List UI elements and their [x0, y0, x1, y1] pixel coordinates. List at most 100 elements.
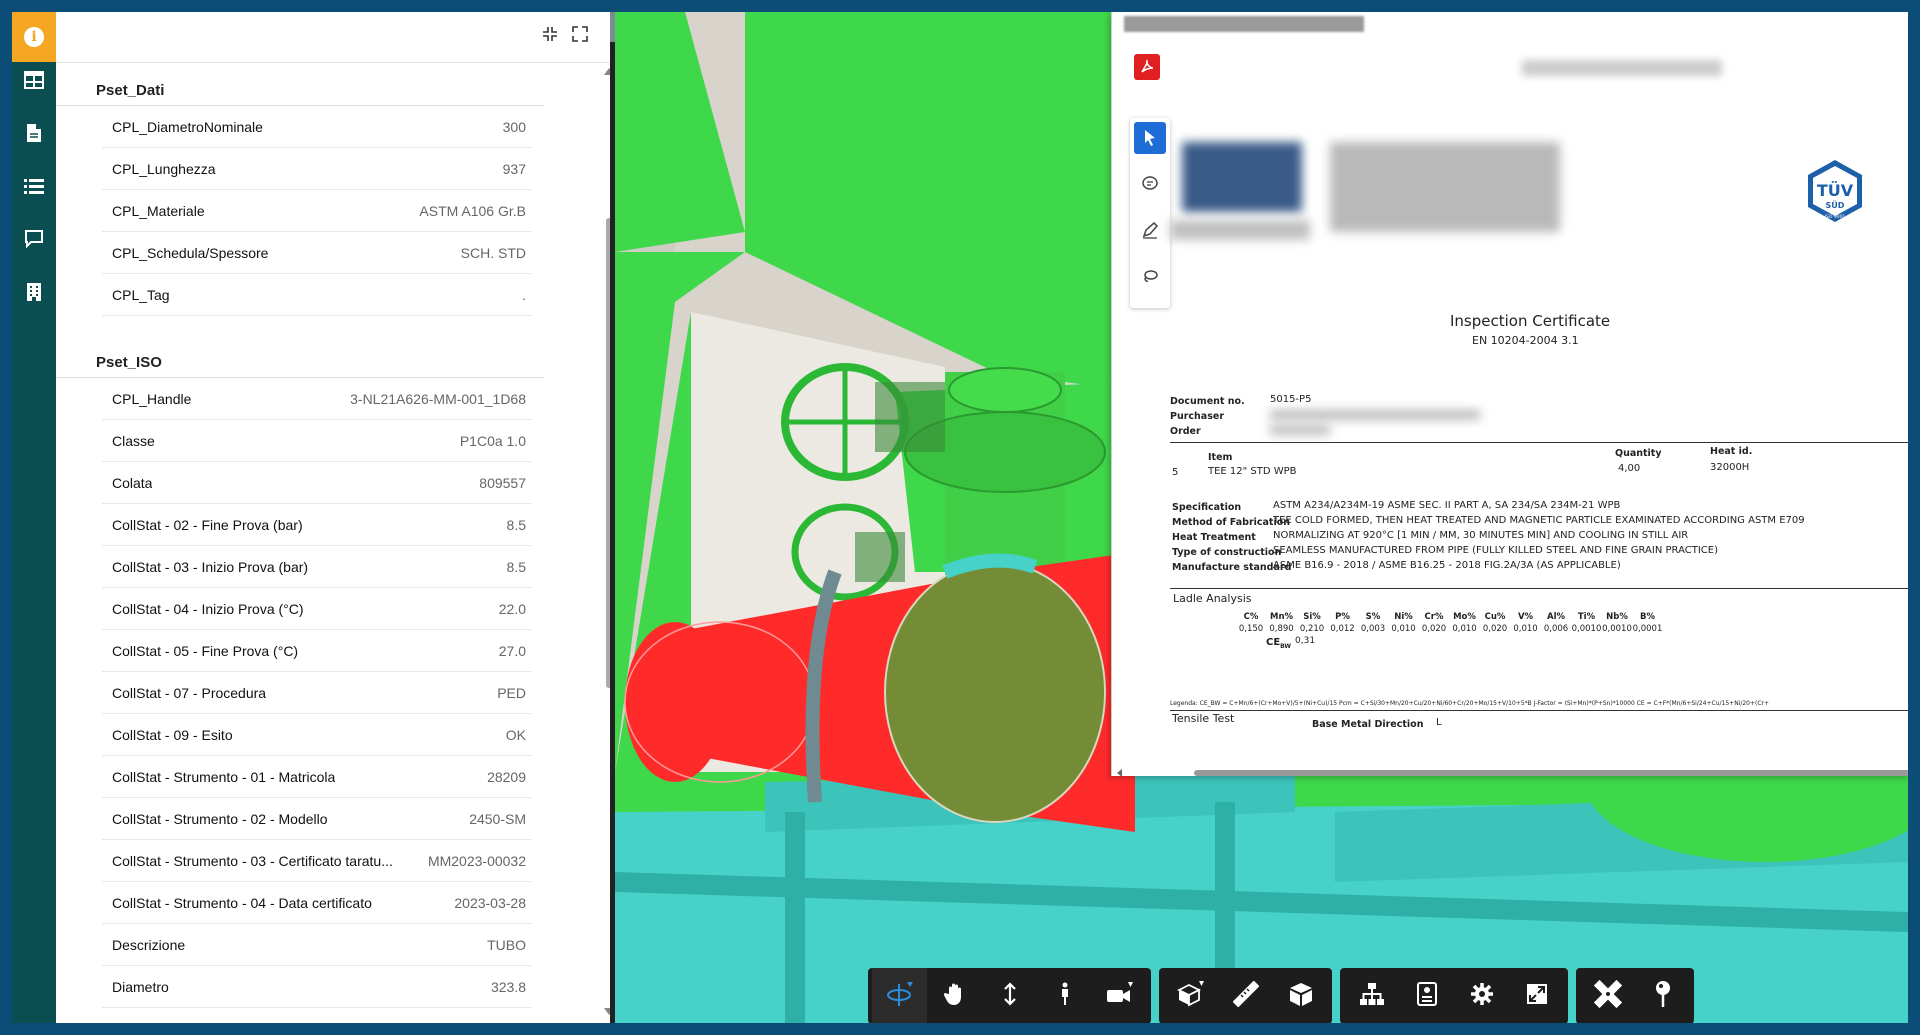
pdf-viewer[interactable]: TÜV SÜD ISO 9001 Inspection Certificate … [1111, 12, 1908, 776]
property-value: 937 [502, 160, 526, 177]
property-group-title[interactable]: Pset_ISO [56, 336, 544, 378]
property-row[interactable]: CPL_Materiale ASTM A106 Gr.B [102, 190, 532, 232]
property-key: CollStat - 05 - Fine Prova (°C) [112, 642, 299, 659]
pdf-icon[interactable] [1134, 54, 1160, 80]
divider [1170, 442, 1908, 443]
document-no-value: 5015-P5 [1270, 394, 1312, 405]
cube-button[interactable] [1273, 968, 1328, 1023]
ladle-analysis-label: Ladle Analysis [1173, 592, 1252, 605]
divider [1170, 588, 1908, 589]
heat-treatment-value: NORMALIZING AT 920°C [1 MIN / MM, 30 MIN… [1273, 530, 1689, 541]
property-key: CPL_Handle [112, 390, 192, 407]
toolbar-group [1576, 968, 1694, 1023]
pan-button[interactable] [927, 968, 982, 1023]
property-value: 8.5 [506, 558, 526, 575]
ladle-value: 0,003 [1360, 624, 1386, 634]
property-row[interactable]: Diametro 323.8 [102, 966, 532, 1008]
pdf-scroll-thumb[interactable] [1194, 770, 1908, 776]
tree-button[interactable] [1344, 968, 1399, 1023]
method-value: TEE COLD FORMED, THEN HEAT TREATED AND M… [1273, 515, 1805, 526]
property-key: Dn [112, 1021, 130, 1023]
divider [1170, 710, 1908, 711]
heat-treatment-label: Heat Treatment [1172, 532, 1256, 543]
model-viewport[interactable]: TÜV SÜD ISO 9001 Inspection Certificate … [615, 12, 1908, 1023]
property-row[interactable]: CollStat - Strumento - 03 - Certificato … [102, 840, 532, 882]
property-row[interactable]: CPL_DiametroNominale 300 [102, 106, 532, 148]
pen-tool-button[interactable] [1134, 214, 1166, 246]
measure-button[interactable] [1218, 968, 1273, 1023]
pin-button[interactable] [1635, 968, 1690, 1023]
list-icon [24, 179, 44, 194]
viewer-toolbar [868, 968, 1694, 1023]
scroll-left-arrow[interactable] [1116, 769, 1124, 776]
property-value: OK [505, 726, 526, 743]
property-row[interactable]: Descrizione TUBO [102, 924, 532, 966]
rail-info-button[interactable]: i [12, 12, 56, 62]
rail-comment-button[interactable] [12, 219, 56, 259]
property-row[interactable]: CPL_Handle 3-NL21A626-MM-001_1D68 [102, 378, 532, 420]
property-row[interactable]: Classe P1C0a 1.0 [102, 420, 532, 462]
tuv-iso-text: ISO 9001 [1825, 214, 1846, 220]
select-tool-button[interactable] [1134, 122, 1166, 154]
property-row[interactable]: CollStat - 07 - Procedura PED [102, 672, 532, 714]
property-key: CollStat - Strumento - 04 - Data certifi… [112, 894, 372, 911]
property-value: 2023-03-28 [454, 894, 526, 911]
orbit-button[interactable] [872, 968, 927, 1023]
property-key: Colata [112, 474, 153, 491]
settings-button[interactable] [1454, 968, 1509, 1023]
property-row[interactable]: CollStat - Strumento - 02 - Modello 2450-… [102, 798, 532, 840]
property-row[interactable]: CPL_Schedula/Spessore SCH. STD [102, 232, 532, 274]
property-row[interactable]: CollStat - 03 - Inizio Prova (bar) 8.5 [102, 546, 532, 588]
rail-building-button[interactable] [12, 272, 56, 312]
property-row[interactable]: CollStat - Strumento - 04 - Data certifi… [102, 882, 532, 924]
property-value: 3-NL21A626-MM-001_1D68 [350, 390, 526, 407]
specification-label: Specification [1172, 502, 1242, 513]
property-row[interactable]: Dn 300 [102, 1008, 532, 1023]
rail-table-button[interactable] [12, 60, 56, 100]
tree-icon [1359, 982, 1385, 1011]
ce-label: CEBW [1266, 637, 1292, 650]
tools-button[interactable] [1580, 968, 1635, 1023]
heat-id-label: Heat id. [1710, 446, 1753, 457]
construction-value: SEAMLESS MANUFACTURED FROM PIPE (FULLY K… [1273, 545, 1718, 556]
tools-icon [1593, 979, 1622, 1013]
ladle-value: 0,890 [1269, 624, 1294, 634]
property-row[interactable]: CPL_Lunghezza 937 [102, 148, 532, 190]
pdf-horizontal-scrollbar[interactable] [1117, 769, 1908, 776]
pin-icon [1654, 980, 1672, 1013]
section-box-button[interactable] [1163, 968, 1218, 1023]
ladle-header: B% [1640, 612, 1655, 622]
ladle-header: Mo% [1453, 612, 1476, 622]
property-row[interactable]: CPL_Tag. [102, 274, 532, 316]
left-rail: i [12, 12, 56, 1023]
ladle-header: P% [1335, 612, 1350, 622]
zoom-button[interactable] [982, 968, 1037, 1023]
property-key: CPL_Tag [112, 286, 170, 303]
property-value: 300 [503, 1021, 526, 1023]
property-row[interactable]: CollStat - 05 - Fine Prova (°C) 27.0 [102, 630, 532, 672]
walk-button[interactable] [1037, 968, 1092, 1023]
property-group-title[interactable]: Pset_Dati [56, 64, 544, 106]
fullscreen-button[interactable] [1509, 968, 1564, 1023]
lasso-tool-button[interactable] [1134, 260, 1166, 292]
property-value: 22.0 [498, 600, 526, 617]
heat-id-value: 32000H [1710, 462, 1750, 473]
expand-panel-button[interactable] [572, 26, 588, 42]
app-window: i Pset_Dati CPL_DiametroNominale 300 CPL… [12, 12, 1908, 1023]
walk-icon [1057, 982, 1073, 1011]
settings-icon [1470, 982, 1494, 1011]
property-row[interactable]: CollStat - Strumento - 01 - Matricola 282… [102, 756, 532, 798]
camera-button[interactable] [1092, 968, 1147, 1023]
item-number: 5 [1172, 467, 1179, 478]
property-row[interactable]: CollStat - 04 - Inizio Prova (°C) 22.0 [102, 588, 532, 630]
property-row[interactable]: Colata 809557 [102, 462, 532, 504]
collapse-all-button[interactable] [542, 26, 558, 42]
property-row[interactable]: CollStat - 02 - Fine Prova (bar) 8.5 [102, 504, 532, 546]
property-key: CollStat - 09 - Esito [112, 726, 233, 743]
rail-document-button[interactable] [12, 113, 56, 153]
property-row[interactable]: CollStat - 09 - Esito OK [102, 714, 532, 756]
properties-button[interactable] [1399, 968, 1454, 1023]
comment-tool-button[interactable] [1134, 168, 1166, 200]
rail-list-button[interactable] [12, 166, 56, 206]
ladle-header: Ti% [1577, 612, 1596, 622]
